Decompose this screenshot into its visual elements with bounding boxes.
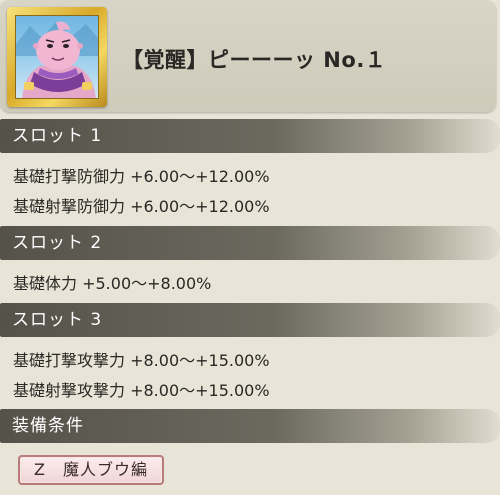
equip-condition-badge[interactable]: Z 魔人ブウ編 xyxy=(18,455,164,485)
slot-1-header: スロット 1 xyxy=(0,119,500,153)
slot-3-header: スロット 3 xyxy=(0,303,500,337)
slot-3-effect-2: 基礎射撃攻撃力 +8.00〜+15.00% xyxy=(13,381,270,400)
majin-buu-portrait-icon xyxy=(15,15,99,99)
slot-1-effect-1: 基礎打撃防御力 +6.00〜+12.00% xyxy=(13,167,270,186)
slot-2-header: スロット 2 xyxy=(0,226,500,260)
slot-1-effect-2: 基礎射撃防御力 +6.00〜+12.00% xyxy=(13,197,270,216)
equip-condition-header: 装備条件 xyxy=(0,409,500,443)
slot-2-effect-1: 基礎体力 +5.00〜+8.00% xyxy=(13,274,212,293)
item-title: 【覚醒】ピーーーッ No.１ xyxy=(122,48,387,72)
portrait-frame[interactable] xyxy=(7,7,107,107)
item-header: 【覚醒】ピーーーッ No.１ xyxy=(0,0,496,112)
majin-buu-icon xyxy=(16,21,98,98)
slot-3-effect-1: 基礎打撃攻撃力 +8.00〜+15.00% xyxy=(13,351,270,370)
